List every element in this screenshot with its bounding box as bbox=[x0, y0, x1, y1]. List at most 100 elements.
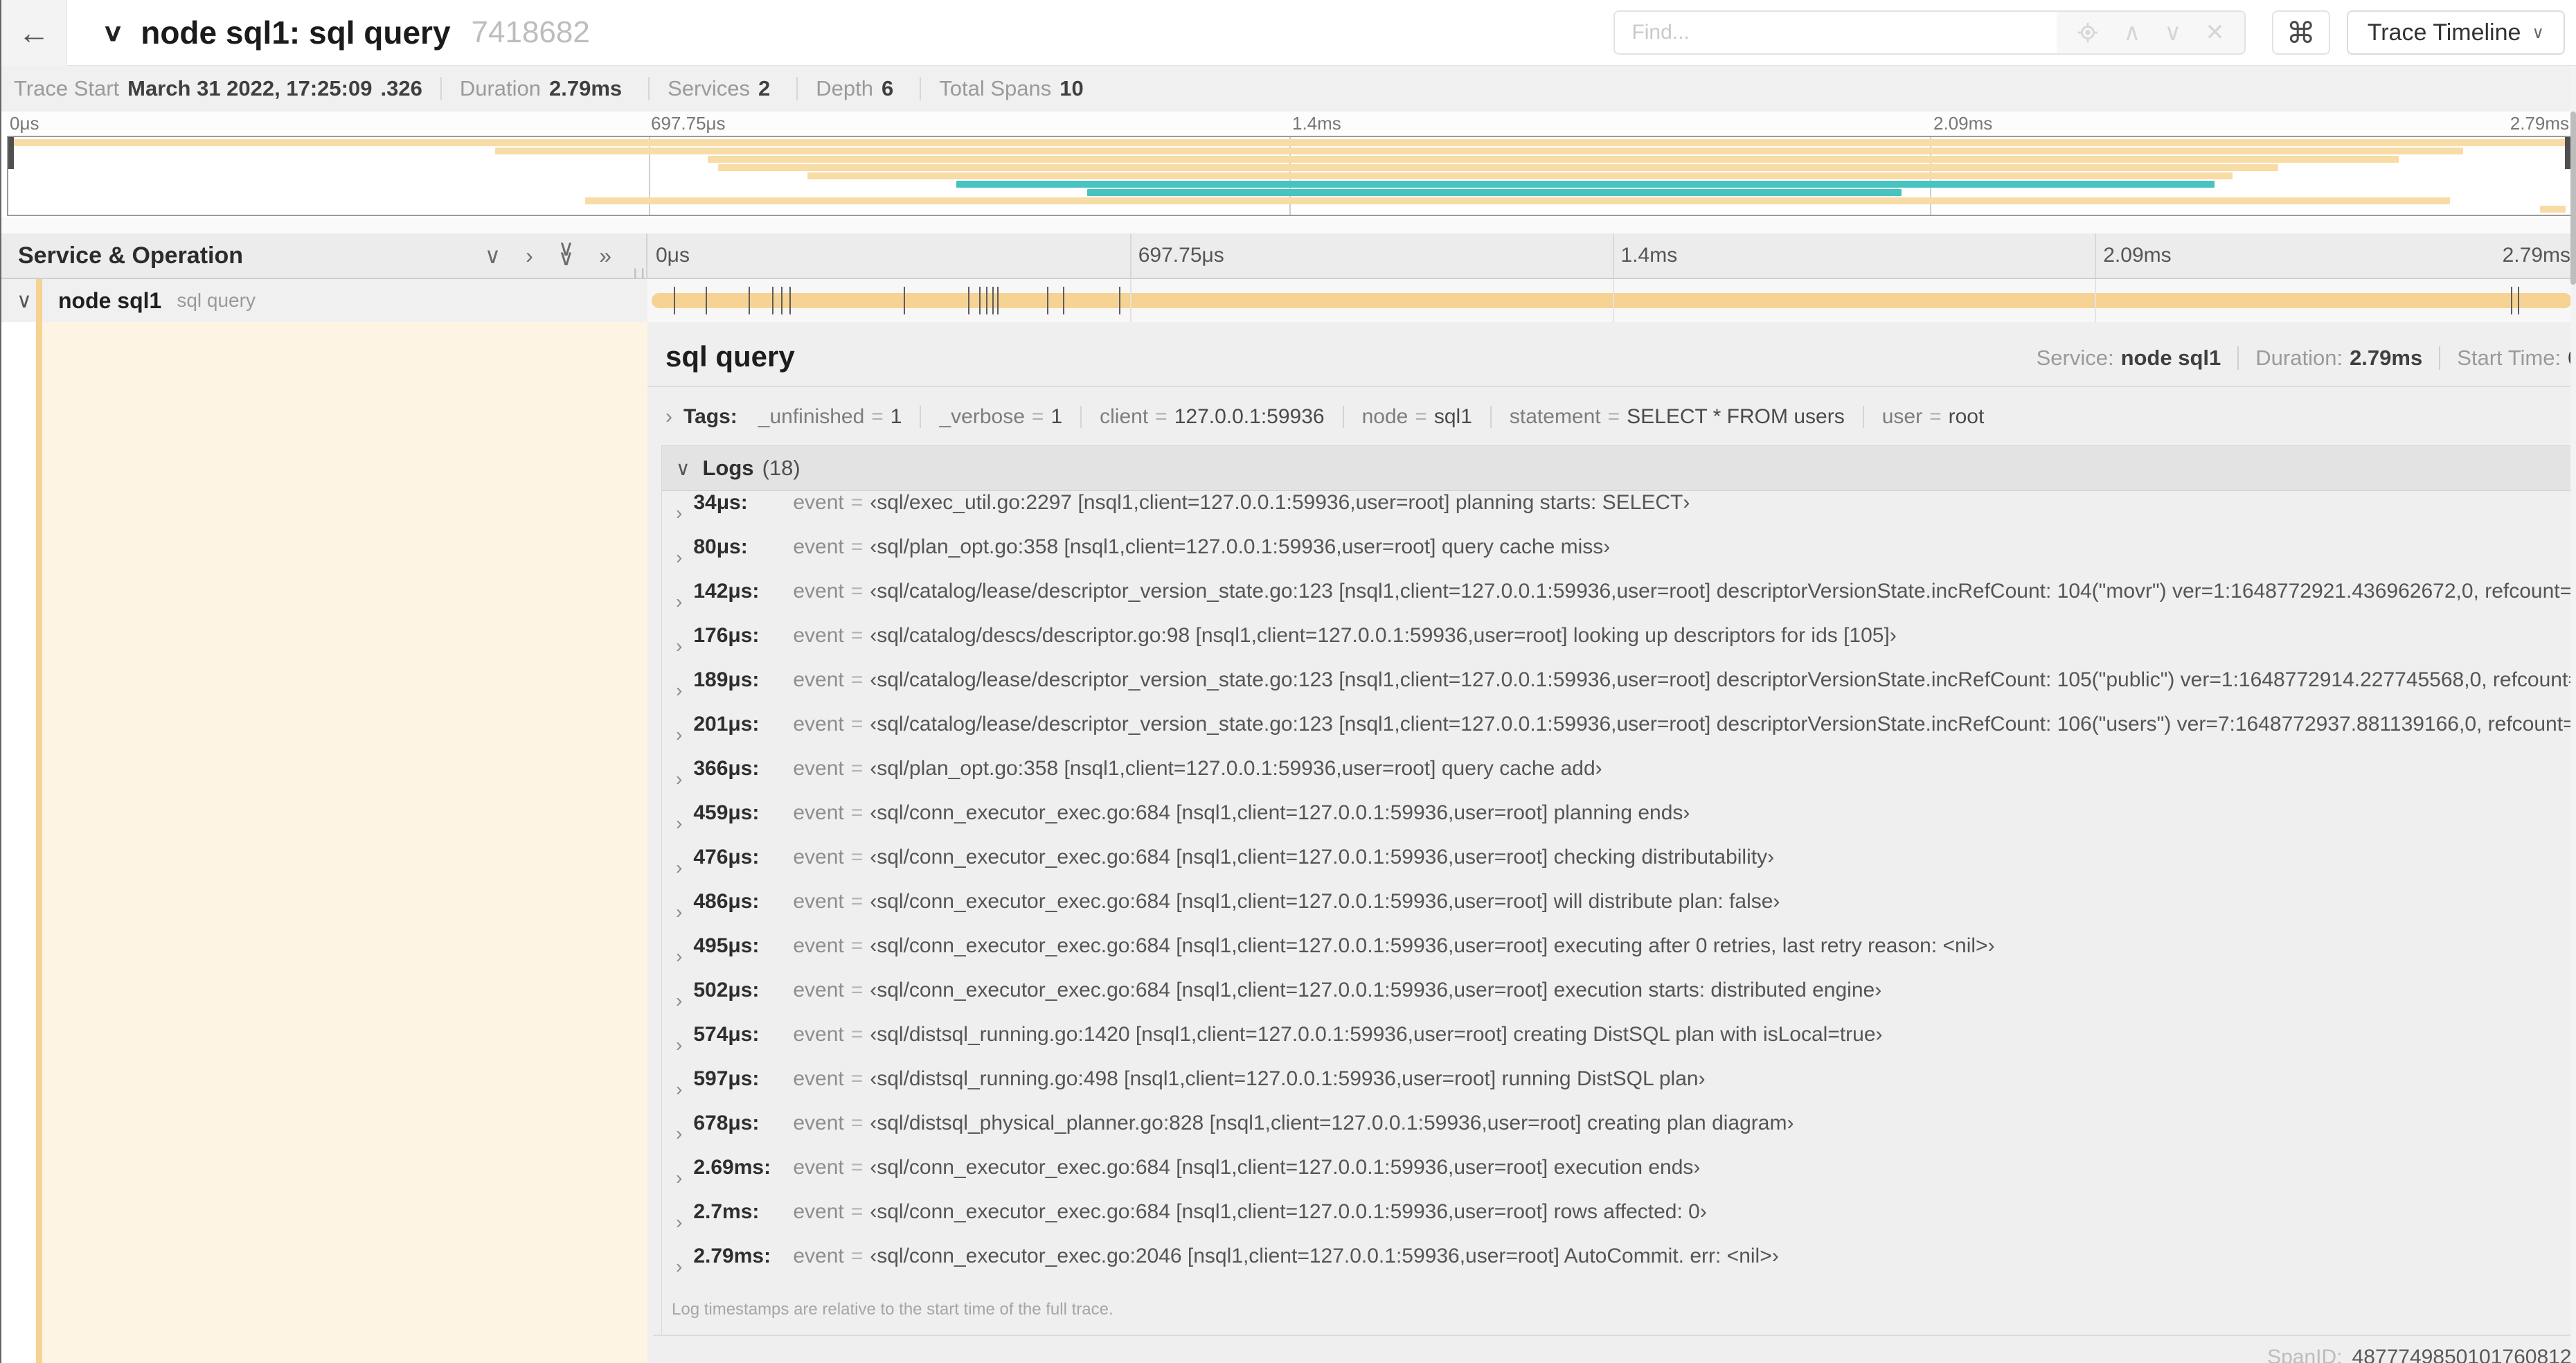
find-prev-icon[interactable]: ∧ bbox=[2123, 21, 2140, 44]
log-expand-icon[interactable]: › bbox=[676, 1211, 682, 1233]
minimap-right-handle[interactable] bbox=[2565, 137, 2570, 169]
log-expand-icon[interactable]: › bbox=[676, 812, 682, 835]
log-field-value: ‹sql/conn_executor_exec.go:684 [nsql1,cl… bbox=[870, 801, 1690, 824]
logs-header[interactable]: ∨ Logs (18) bbox=[662, 446, 2576, 491]
find-input[interactable] bbox=[1613, 10, 2057, 55]
page-title: node sql1: sql query bbox=[141, 15, 451, 51]
log-entry-row[interactable]: › 486μs: event = ‹sql/conn_executor_exec.go:… bbox=[662, 890, 2576, 934]
expand-one-icon[interactable]: › bbox=[526, 244, 533, 267]
log-expand-icon[interactable]: › bbox=[676, 1034, 682, 1056]
log-entry-row[interactable]: › 2.69ms: event = ‹sql/conn_executor_exec.go… bbox=[662, 1156, 2576, 1200]
log-timestamp: 142μs: bbox=[693, 580, 760, 603]
log-expand-icon[interactable]: › bbox=[676, 635, 682, 657]
log-expand-icon[interactable]: › bbox=[676, 901, 682, 923]
log-entry-row[interactable]: › 80μs: event = ‹sql/plan_opt.go:358 [nsql1,… bbox=[662, 535, 2576, 580]
log-event-tick bbox=[673, 287, 675, 314]
log-entry-row[interactable]: › 597μs: event = ‹sql/distsql_running.go:498… bbox=[662, 1067, 2576, 1112]
log-timestamp: 2.7ms: bbox=[693, 1200, 760, 1223]
tag-equals: = bbox=[1929, 405, 1942, 428]
log-expand-icon[interactable]: › bbox=[676, 990, 682, 1012]
span-row-name-cell[interactable]: ∨ node sql1 sql query bbox=[1, 279, 647, 322]
collapse-deep-icon[interactable]: ∨ ∨ bbox=[558, 236, 574, 269]
tag-pill[interactable]: statement = SELECT * FROM users bbox=[1510, 405, 1845, 429]
tag-pill[interactable]: _unfinished = 1 bbox=[758, 405, 902, 429]
log-field-key: event bbox=[793, 580, 844, 603]
log-entry-row[interactable]: › 201μs: event = ‹sql/catalog/lease/descript… bbox=[662, 713, 2576, 757]
trace-minimap[interactable] bbox=[7, 136, 2572, 216]
log-timestamp: 495μs: bbox=[693, 934, 760, 957]
collapse-all-icon[interactable]: ∨ bbox=[485, 244, 501, 267]
log-entry-row[interactable]: › 366μs: event = ‹sql/plan_opt.go:358 [nsql1… bbox=[662, 757, 2576, 801]
log-field-key: event bbox=[793, 1023, 844, 1046]
log-entry-row[interactable]: › 142μs: event = ‹sql/catalog/lease/descript… bbox=[662, 580, 2576, 624]
log-entry-row[interactable]: › 678μs: event = ‹sql/distsql_physical_plann… bbox=[662, 1112, 2576, 1156]
tag-pill[interactable]: node = sql1 bbox=[1362, 405, 1472, 429]
log-entry-row[interactable]: › 2.79ms: event = ‹sql/conn_executor_exec.go… bbox=[662, 1245, 2576, 1289]
trace-id-short: 7418682 bbox=[471, 15, 590, 49]
log-entry-row[interactable]: › 495μs: event = ‹sql/conn_executor_exec.go:… bbox=[662, 934, 2576, 979]
detail-span-title: sql query bbox=[665, 340, 795, 373]
log-timestamp: 678μs: bbox=[693, 1112, 760, 1134]
tag-pill[interactable]: client = 127.0.0.1:59936 bbox=[1100, 405, 1324, 429]
log-expand-icon[interactable]: › bbox=[676, 502, 682, 524]
tags-label[interactable]: Tags: bbox=[683, 405, 737, 429]
summary-value: 10 bbox=[1059, 76, 1084, 100]
log-expand-icon[interactable]: › bbox=[676, 1078, 682, 1101]
log-entry-row[interactable]: › 459μs: event = ‹sql/conn_executor_exec.go:… bbox=[662, 801, 2576, 846]
log-timestamp: 502μs: bbox=[693, 979, 760, 1001]
keyboard-shortcuts-button[interactable]: ⌘ bbox=[2271, 10, 2330, 55]
trace-collapse-chevron-icon[interactable]: ∨ bbox=[102, 19, 124, 47]
focus-target-icon[interactable] bbox=[2076, 21, 2100, 44]
tag-pill[interactable]: _verbose = 1 bbox=[939, 405, 1062, 429]
log-entry-row[interactable]: › 176μs: event = ‹sql/catalog/descs/descript… bbox=[662, 624, 2576, 668]
tag-divider bbox=[1490, 406, 1492, 428]
find-clear-icon[interactable]: ✕ bbox=[2205, 21, 2225, 44]
tag-equals: = bbox=[1415, 405, 1427, 428]
log-entry-row[interactable]: › 189μs: event = ‹sql/catalog/lease/descript… bbox=[662, 668, 2576, 713]
page-scrollbar[interactable] bbox=[2570, 66, 2576, 1363]
log-expand-icon[interactable]: › bbox=[676, 857, 682, 879]
log-entry-row[interactable]: › 476μs: event = ‹sql/conn_executor_exec.go:… bbox=[662, 846, 2576, 890]
detail-meta-item: Duration: 2.79ms bbox=[2255, 346, 2423, 370]
log-entry-row[interactable]: › 34μs: event = ‹sql/exec_util.go:2297 [nsql… bbox=[662, 491, 2576, 535]
log-expand-icon[interactable]: › bbox=[676, 724, 682, 746]
tags-expand-icon[interactable]: › bbox=[665, 405, 672, 429]
span-collapse-chevron-icon[interactable]: ∨ bbox=[17, 289, 32, 313]
scrollbar-thumb[interactable] bbox=[2570, 112, 2576, 285]
find-next-icon[interactable]: ∨ bbox=[2164, 21, 2181, 44]
log-expand-icon[interactable]: › bbox=[676, 679, 682, 702]
log-event-tick bbox=[2518, 287, 2520, 314]
log-event-tick bbox=[1063, 287, 1065, 314]
expand-deep-icon[interactable]: » bbox=[599, 244, 611, 267]
minimap-span-bar bbox=[584, 197, 2451, 204]
log-entry-row[interactable]: › 2.7ms: event = ‹sql/conn_executor_exec.go:… bbox=[662, 1200, 2576, 1245]
log-field-value: ‹sql/plan_opt.go:358 [nsql1,client=127.0… bbox=[870, 535, 1611, 558]
log-expand-icon[interactable]: › bbox=[676, 1123, 682, 1145]
minimap-span-bar bbox=[717, 164, 2279, 171]
log-timestamp: 459μs: bbox=[693, 801, 760, 824]
span-bar-cell[interactable] bbox=[647, 279, 2576, 322]
tag-key: statement bbox=[1509, 405, 1601, 428]
log-entry-row[interactable]: › 502μs: event = ‹sql/conn_executor_exec.go:… bbox=[662, 979, 2576, 1023]
ruler-gridline bbox=[1129, 233, 1132, 278]
minimap-left-handle[interactable] bbox=[8, 137, 14, 169]
log-expand-icon[interactable]: › bbox=[676, 546, 682, 569]
log-expand-icon[interactable]: › bbox=[676, 1256, 682, 1278]
back-button[interactable]: ← bbox=[1, 0, 67, 66]
log-expand-icon[interactable]: › bbox=[676, 945, 682, 968]
log-field-value: ‹sql/distsql_running.go:498 [nsql1,clien… bbox=[870, 1067, 1706, 1090]
view-selector-button[interactable]: Trace Timeline ∨ bbox=[2346, 10, 2565, 55]
log-field-value: ‹sql/catalog/lease/descriptor_version_st… bbox=[870, 580, 2576, 603]
log-expand-icon[interactable]: › bbox=[676, 591, 682, 613]
span-duration-bar[interactable] bbox=[652, 293, 2572, 308]
ruler-tick-label: 1.4ms bbox=[1620, 244, 1678, 267]
log-expand-icon[interactable]: › bbox=[676, 1167, 682, 1189]
tag-pill[interactable]: user = root bbox=[1882, 405, 1985, 429]
minimap-tick-labels: 0μs 697.75μs 1.4ms 2.09ms 2.79ms bbox=[7, 112, 2572, 136]
log-expand-icon[interactable]: › bbox=[676, 768, 682, 790]
log-event-tick bbox=[705, 287, 707, 314]
summary-divider bbox=[440, 77, 442, 100]
summary-label: Duration bbox=[459, 76, 541, 100]
detail-meta-item: Start Time:0μs bbox=[2457, 346, 2576, 370]
log-entry-row[interactable]: › 574μs: event = ‹sql/distsql_running.go:142… bbox=[662, 1023, 2576, 1067]
